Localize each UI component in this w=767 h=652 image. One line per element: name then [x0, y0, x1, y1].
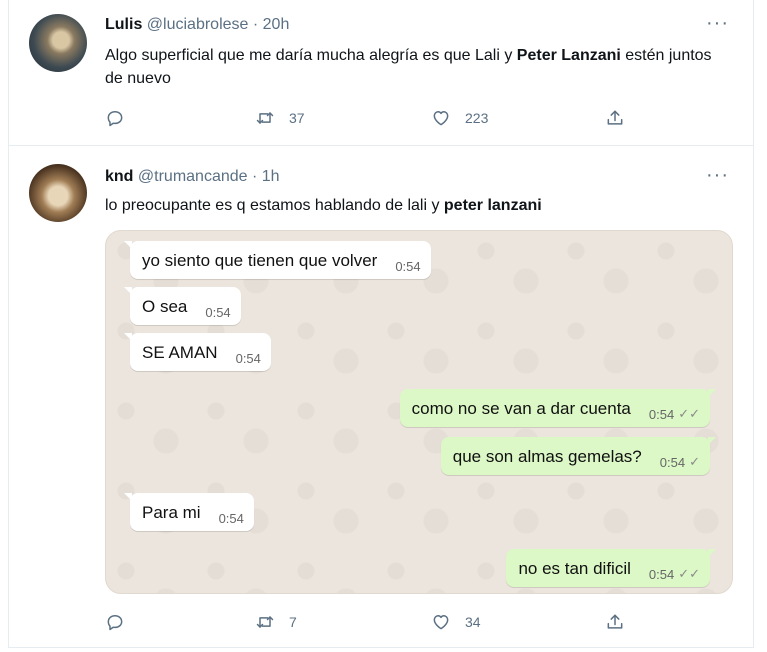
avatar[interactable]: [29, 14, 87, 72]
tweet-media-chat-screenshot[interactable]: yo siento que tienen que volver 0:54 O s…: [105, 230, 733, 594]
chat-message-text: SE AMAN: [142, 343, 218, 362]
chat-message-text: O sea: [142, 297, 188, 316]
tweet-actions: 7 34: [105, 610, 645, 634]
tweet-text-part: Algo superficial que me daría mucha aleg…: [105, 47, 517, 64]
chat-message-time: 0:54: [218, 511, 244, 526]
reply-button[interactable]: [105, 610, 139, 634]
chat-message-time: 0:54: [205, 305, 231, 320]
tweet-feed: Lulis @luciabrolese · 20h ··· Algo super…: [8, 0, 754, 648]
more-icon[interactable]: ···: [706, 165, 729, 185]
more-icon[interactable]: ···: [706, 13, 729, 33]
heart-icon: [433, 615, 449, 630]
chat-message-text: que son almas gemelas?: [452, 447, 642, 466]
retweet-icon: [256, 616, 274, 628]
avatar[interactable]: [29, 164, 87, 222]
reply-icon: [107, 111, 123, 127]
tweet[interactable]: knd @trumancande · 1h ··· lo preocupante…: [9, 146, 753, 648]
heart-icon: [433, 111, 449, 126]
user-handle[interactable]: @trumancande: [138, 168, 248, 185]
tweet-text-highlight: peter lanzani: [443, 197, 542, 214]
tweet-text-highlight: Peter Lanzani: [516, 47, 621, 64]
tweet-text: Algo superficial que me daría mucha aleg…: [105, 44, 725, 90]
chat-message-text: como no se van a dar cuenta: [411, 399, 631, 418]
tweet-header: Lulis @luciabrolese · 20h: [105, 16, 289, 34]
reply-button[interactable]: [105, 106, 139, 130]
separator-dot: ·: [252, 16, 259, 33]
share-icon: [607, 110, 623, 125]
display-name[interactable]: knd: [105, 168, 133, 185]
like-button[interactable]: 34: [431, 610, 481, 634]
tweet-text: lo preocupante es q estamos hablando de …: [105, 194, 725, 217]
tweet[interactable]: Lulis @luciabrolese · 20h ··· Algo super…: [9, 0, 753, 146]
separator-dot: ·: [252, 168, 258, 185]
like-count: 223: [465, 110, 489, 126]
check-icon: ✓: [689, 454, 700, 469]
share-icon: [607, 614, 623, 629]
chat-message-time: 0:54: [648, 407, 675, 422]
retweet-icon: [256, 112, 274, 124]
chat-message-incoming: SE AMAN 0:54: [124, 333, 271, 371]
tweet-timestamp[interactable]: 20h: [263, 16, 290, 33]
tweet-header: knd @trumancande · 1h: [105, 168, 280, 186]
tweet-actions: 37 223: [105, 106, 645, 130]
retweet-button[interactable]: 37: [255, 106, 305, 130]
double-check-icon: ✓✓: [678, 566, 700, 581]
retweet-count: 7: [289, 614, 297, 630]
share-button[interactable]: [605, 610, 625, 634]
double-check-icon: ✓✓: [678, 406, 700, 421]
reply-icon: [107, 615, 123, 631]
chat-message-outgoing: como no se van a dar cuenta 0:54 ✓✓: [399, 389, 717, 427]
tweet-timestamp[interactable]: 1h: [262, 168, 280, 185]
chat-message-incoming: Para mi 0:54: [124, 493, 254, 531]
display-name[interactable]: Lulis: [105, 16, 142, 33]
chat-message-text: no es tan dificil: [518, 559, 631, 578]
user-handle[interactable]: @luciabrolese: [147, 16, 249, 33]
share-button[interactable]: [605, 106, 625, 130]
chat-message-time: 0:54: [648, 567, 675, 582]
like-button[interactable]: 223: [431, 106, 488, 130]
retweet-count: 37: [289, 110, 305, 126]
chat-message-text: yo siento que tienen que volver: [142, 251, 378, 270]
chat-message-time: 0:54: [659, 455, 686, 470]
chat-message-time: 0:54: [235, 351, 261, 366]
retweet-button[interactable]: 7: [255, 610, 297, 634]
chat-message-incoming: yo siento que tienen que volver 0:54: [124, 241, 431, 279]
chat-message-text: Para mi: [142, 503, 201, 522]
tweet-text-part: lo preocupante es q estamos hablando de …: [105, 197, 444, 214]
chat-message-time: 0:54: [395, 259, 421, 274]
chat-message-outgoing: que son almas gemelas? 0:54 ✓: [440, 437, 717, 475]
like-count: 34: [465, 614, 481, 630]
chat-message-outgoing: no es tan dificil 0:54 ✓✓: [506, 549, 716, 587]
chat-message-incoming: O sea 0:54: [124, 287, 241, 325]
